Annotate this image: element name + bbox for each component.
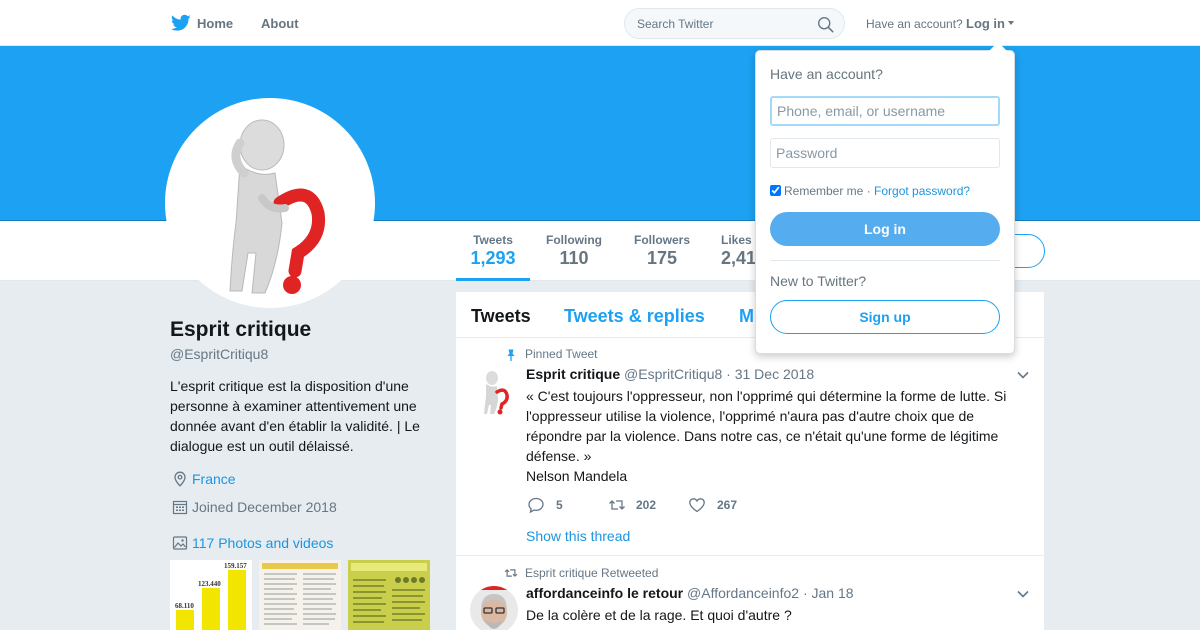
tweet-author-name[interactable]: affordanceinfo le retour xyxy=(526,585,683,601)
have-account-text: Have an account? xyxy=(866,17,963,31)
profile-avatar[interactable] xyxy=(165,98,375,308)
divider xyxy=(770,260,1000,261)
search-icon[interactable] xyxy=(817,16,834,33)
tweet-author-name[interactable]: Esprit critique xyxy=(526,366,620,382)
media-thumbnail-chart[interactable]: 68.110 123.440 159.157 xyxy=(170,560,252,630)
thinking-figure-image xyxy=(229,119,326,294)
tweet-timestamp[interactable]: · Jan 18 xyxy=(803,585,854,601)
tweet-text-attribution: Nelson Mandela xyxy=(526,468,628,484)
nav-home-link[interactable]: Home xyxy=(197,16,233,31)
tweet-author-handle[interactable]: @Affordanceinfo2 xyxy=(687,585,799,601)
stat-label: Followers xyxy=(633,233,690,247)
caret-down-icon[interactable] xyxy=(1008,21,1014,25)
stat-value: 1,293 xyxy=(470,248,516,268)
location-pin-icon xyxy=(174,471,186,487)
username-field[interactable] xyxy=(770,96,1000,126)
tweet-text: « C'est toujours l'oppresseur, non l'opp… xyxy=(526,388,1007,464)
like-count: 267 xyxy=(717,498,738,512)
photos-videos-link[interactable]: 117 Photos and videos xyxy=(192,535,333,551)
photo-icon xyxy=(172,536,188,550)
retweet-icon[interactable] xyxy=(608,496,626,514)
chart-value-label: 159.157 xyxy=(224,562,247,570)
password-field[interactable] xyxy=(770,138,1000,168)
active-tab-underline xyxy=(456,278,530,281)
bar-chart-image: 68.110 123.440 159.157 xyxy=(175,562,247,630)
reply-count: 5 xyxy=(556,498,563,512)
tweet-header: Esprit critique @EspritCritiqu8 · 31 Dec… xyxy=(526,366,814,382)
stat-followers[interactable]: Followers 175 xyxy=(632,233,692,269)
location-link[interactable]: France xyxy=(192,471,236,487)
media-thumbnails: 68.110 123.440 159.157 xyxy=(170,560,430,630)
chevron-down-icon[interactable] xyxy=(1017,371,1029,379)
remember-me-checkbox[interactable] xyxy=(770,185,781,196)
login-dropdown-title: Have an account? xyxy=(770,66,883,82)
tweet-context-label: Pinned Tweet xyxy=(525,347,598,361)
reply-icon[interactable] xyxy=(527,496,545,514)
forgot-password-link[interactable]: Forgot password? xyxy=(874,184,970,198)
nav-about-link[interactable]: About xyxy=(261,16,299,31)
calendar-icon xyxy=(172,500,188,515)
top-navigation: Home About Have an account? Log in xyxy=(0,0,1200,46)
retweet-icon xyxy=(504,569,518,577)
tweet-timestamp[interactable]: · 31 Dec 2018 xyxy=(726,366,814,382)
pin-icon xyxy=(507,349,515,361)
media-thumbnail-poster[interactable] xyxy=(348,560,430,630)
twitter-bird-icon[interactable] xyxy=(171,14,191,32)
search-input[interactable] xyxy=(637,17,807,31)
thinking-figure-image xyxy=(484,371,509,415)
profile-name[interactable]: Esprit critique xyxy=(170,318,311,342)
remember-me-row: Remember me · Forgot password? xyxy=(770,184,970,198)
poster-image xyxy=(351,563,427,623)
tweet-header: affordanceinfo le retour @Affordanceinfo… xyxy=(526,585,854,601)
joined-date: Joined December 2018 xyxy=(192,499,337,515)
search-box[interactable] xyxy=(624,8,845,39)
chart-value-label: 68.110 xyxy=(175,602,194,610)
remember-me-label[interactable]: Remember me xyxy=(784,184,863,198)
tweet[interactable]: Pinned Tweet Esprit critique @EspritCrit… xyxy=(456,338,1044,556)
stat-tweets[interactable]: Tweets 1,293 xyxy=(469,233,517,269)
stat-label: Following xyxy=(546,233,602,247)
signup-button[interactable]: Sign up xyxy=(770,300,1000,334)
tweet-context-label: Esprit critique Retweeted xyxy=(525,566,659,580)
heart-icon[interactable] xyxy=(688,496,706,514)
tweet-text: De la colère et de la rage. Et quoi d'au… xyxy=(526,607,792,623)
tab-tweets[interactable]: Tweets xyxy=(471,306,531,327)
stat-value: 110 xyxy=(559,248,589,268)
login-dropdown-toggle[interactable]: Log in xyxy=(966,16,1005,31)
document-image xyxy=(262,563,338,625)
login-button[interactable]: Log in xyxy=(770,212,1000,246)
tweet-author-handle[interactable]: @EspritCritiqu8 xyxy=(624,366,722,382)
media-thumbnail-document[interactable] xyxy=(259,560,341,630)
tweet-avatar[interactable] xyxy=(470,368,518,416)
tweet-avatar[interactable] xyxy=(470,586,518,630)
stat-value: 175 xyxy=(646,248,678,268)
separator-dot: · xyxy=(863,184,875,198)
profile-handle[interactable]: @EspritCritiqu8 xyxy=(170,346,268,362)
stat-following[interactable]: Following 110 xyxy=(544,233,604,269)
chart-value-label: 123.440 xyxy=(198,580,221,588)
person-portrait-image xyxy=(470,586,518,630)
chevron-down-icon[interactable] xyxy=(1017,590,1029,598)
retweet-count: 202 xyxy=(636,498,657,512)
stat-label: Tweets xyxy=(473,233,513,247)
new-to-twitter-text: New to Twitter? xyxy=(770,273,867,289)
show-thread-link[interactable]: Show this thread xyxy=(526,528,630,544)
login-dropdown: Have an account? Remember me · Forgot pa… xyxy=(755,42,1015,354)
tab-media[interactable]: M xyxy=(739,306,754,327)
tab-tweets-and-replies[interactable]: Tweets & replies xyxy=(564,306,705,327)
tweet[interactable]: Esprit critique Retweeted affordanceinfo… xyxy=(456,556,1044,630)
profile-bio: L'esprit critique est la disposition d'u… xyxy=(170,378,420,454)
dropdown-arrow xyxy=(989,42,1007,51)
